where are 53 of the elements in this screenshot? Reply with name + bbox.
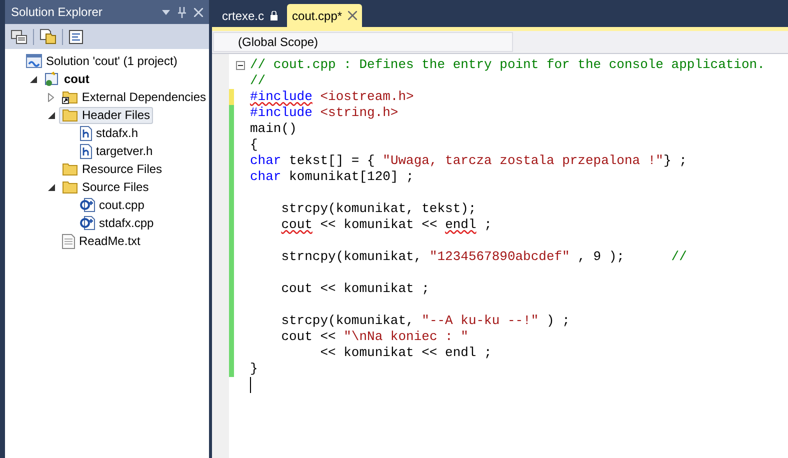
code-line: cout << komunikat << endl ;	[280, 217, 492, 233]
folder-icon	[62, 162, 78, 176]
code-line: //	[250, 73, 266, 89]
collapse-triangle-icon[interactable]	[48, 184, 54, 190]
tree-item[interactable]: targetver.h	[77, 142, 156, 160]
code-line: cout << "\nNa koniec : "	[280, 329, 468, 345]
code-line: char komunikat[120] ;	[250, 169, 414, 185]
code-line: #include <iostream.h>	[250, 89, 414, 105]
cpp-file-icon	[80, 216, 95, 230]
scope-dropdown[interactable]: (Global Scope)	[213, 32, 513, 52]
code-line: strcpy(komunikat, "--A ku-ku --!" ) ;	[280, 313, 570, 329]
dropdown-icon[interactable]	[162, 10, 170, 14]
document-tab[interactable]: cout.cpp*	[287, 4, 362, 27]
header-file-icon	[80, 144, 92, 158]
text-file-icon	[62, 234, 75, 248]
header-file-icon	[80, 126, 92, 140]
pin-icon[interactable]	[178, 6, 186, 18]
document-tab[interactable]: crtexe.c	[217, 4, 284, 27]
cpp-file-icon	[80, 198, 95, 212]
expand-triangle-icon[interactable]	[48, 92, 54, 102]
tree-item[interactable]: ReadMe.txt	[59, 232, 144, 250]
folder-shortcut-icon	[62, 90, 78, 104]
tree-item[interactable]: Resource Files	[59, 160, 166, 178]
folder-icon	[62, 180, 78, 194]
tree-item[interactable]: stdafx.h	[77, 124, 142, 142]
code-line: strncpy(komunikat, "1234567890abcdef" , 9 ); //	[280, 249, 687, 265]
tree-item[interactable]: stdafx.cpp	[77, 214, 157, 232]
code-line: main()	[250, 121, 297, 137]
close-icon[interactable]	[348, 11, 358, 20]
code-line: // cout.cpp : Defines the entry point for the console application.	[250, 57, 765, 73]
view-code-icon[interactable]	[69, 30, 83, 44]
tree-item[interactable]: External Dependencies	[58, 88, 209, 106]
tree-item[interactable]: cout	[41, 70, 92, 88]
code-line: char tekst[] = { "Uwaga, tarcza zostala przepalona !"} ;	[250, 153, 687, 169]
code-line: strcpy(komunikat, tekst);	[280, 201, 476, 217]
tree-item[interactable]: Source Files	[59, 178, 152, 196]
collapse-triangle-icon[interactable]	[48, 112, 54, 118]
solution-icon	[26, 54, 42, 68]
show-all-files-icon[interactable]	[40, 29, 56, 44]
tree-item[interactable]: cout.cpp	[77, 196, 148, 214]
properties-icon[interactable]	[11, 30, 27, 44]
folder-icon	[62, 108, 78, 122]
code-line: {	[250, 137, 258, 153]
project-icon	[44, 71, 60, 87]
code-line: }	[250, 361, 258, 377]
code-line: #include <string.h>	[250, 105, 398, 121]
code-line: cout << komunikat ;	[280, 281, 430, 297]
collapse-icon[interactable]	[236, 60, 245, 70]
panel-title: Solution Explorer	[11, 4, 104, 21]
collapse-triangle-icon[interactable]	[30, 76, 36, 82]
tree-item[interactable]: Header Files	[59, 106, 154, 124]
code-line: << komunikat << endl ;	[319, 345, 492, 361]
tree-item[interactable]: Solution 'cout' (1 project)	[23, 52, 180, 70]
